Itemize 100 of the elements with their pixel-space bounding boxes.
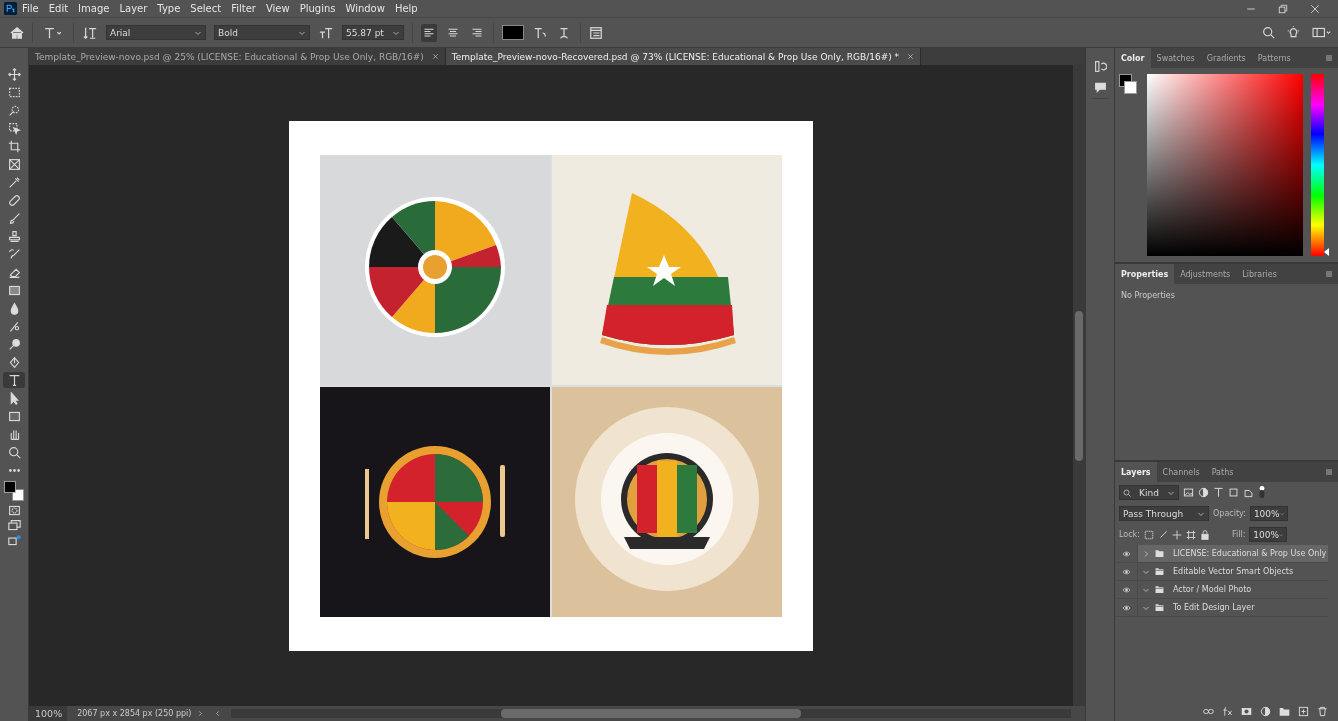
- menu-item[interactable]: Layer: [114, 3, 153, 14]
- menu-item[interactable]: Window: [340, 3, 390, 14]
- layer-row[interactable]: Editable Vector Smart Objects: [1137, 563, 1328, 580]
- eye-icon[interactable]: [1120, 603, 1132, 612]
- menu-item[interactable]: Help: [389, 3, 423, 14]
- app-logo-icon[interactable]: [4, 2, 17, 15]
- layer-row[interactable]: Actor / Model Photo: [1137, 581, 1328, 598]
- artboard-icon[interactable]: [1185, 529, 1196, 540]
- vertical-scrollbar[interactable]: [1073, 65, 1085, 706]
- menu-item[interactable]: Plugins: [294, 3, 341, 14]
- eye-icon[interactable]: [1120, 585, 1132, 594]
- mask-icon[interactable]: [1241, 706, 1252, 717]
- panel-tab[interactable]: Adjustments: [1174, 264, 1237, 284]
- type-filter-icon[interactable]: [1213, 487, 1224, 498]
- rectangle-icon[interactable]: [7, 409, 21, 423]
- frame-icon[interactable]: [7, 157, 21, 171]
- warp-text-icon[interactable]: [532, 25, 548, 40]
- panel-tab[interactable]: Color: [1115, 48, 1151, 68]
- filter-dropdown[interactable]: Kind: [1119, 485, 1179, 500]
- restore-icon[interactable]: [1278, 3, 1288, 14]
- dodge-icon[interactable]: [7, 337, 21, 351]
- crop-icon[interactable]: [7, 139, 21, 153]
- stamp-icon[interactable]: [7, 229, 21, 243]
- align-left-button[interactable]: [421, 23, 437, 42]
- quick-mask-icon[interactable]: [7, 504, 21, 517]
- lock-pixels-icon[interactable]: [1143, 529, 1154, 540]
- panel-tab[interactable]: Swatches: [1150, 48, 1201, 68]
- zoom-field[interactable]: 100%: [29, 706, 68, 721]
- color-swatches[interactable]: [1119, 74, 1139, 96]
- shape-filter-icon[interactable]: [1228, 487, 1239, 498]
- adjustment-filter-icon[interactable]: [1198, 487, 1209, 498]
- font-style-dropdown[interactable]: Bold: [214, 25, 310, 40]
- bandage-icon[interactable]: [7, 193, 21, 207]
- history-icon[interactable]: [1093, 60, 1107, 73]
- menu-item[interactable]: View: [260, 3, 295, 14]
- gradient-icon[interactable]: [7, 283, 21, 297]
- close-icon[interactable]: [907, 53, 915, 60]
- marquee-icon[interactable]: [7, 85, 21, 99]
- fill-field[interactable]: 100%: [1249, 527, 1288, 542]
- text-color-swatch[interactable]: [502, 25, 524, 40]
- panel-tab[interactable]: Gradients: [1200, 48, 1252, 68]
- panel-tab[interactable]: Libraries: [1236, 264, 1283, 284]
- menu-item[interactable]: Type: [152, 3, 186, 14]
- chevron-left-icon[interactable]: [214, 709, 222, 718]
- lightbulb-icon[interactable]: [1287, 26, 1300, 39]
- horizontal-scrollbar[interactable]: [231, 709, 1071, 718]
- menu-item[interactable]: File: [17, 3, 44, 14]
- panel-tab[interactable]: Paths: [1205, 462, 1240, 482]
- brush-icon[interactable]: [7, 211, 21, 225]
- smudge-icon[interactable]: [7, 319, 21, 333]
- fx-icon[interactable]: [1222, 706, 1233, 717]
- image-filter-icon[interactable]: [1183, 487, 1194, 498]
- search-icon[interactable]: [1262, 26, 1275, 39]
- close-icon[interactable]: [1310, 3, 1320, 14]
- filter-toggle-icon[interactable]: [1258, 486, 1266, 499]
- type-icon[interactable]: [7, 373, 21, 387]
- document-tab[interactable]: Template_Preview-novo-Recovered.psd @ 73% (LICENSE: Educational & Prop Use Only, RGB/16#) *: [445, 48, 922, 65]
- pen-icon[interactable]: [7, 355, 21, 369]
- move-icon[interactable]: [1171, 529, 1182, 540]
- blend-mode-dropdown[interactable]: Pass Through: [1119, 506, 1209, 521]
- screen-mode-icon[interactable]: [7, 519, 21, 532]
- text-orientation-icon[interactable]: [82, 25, 98, 40]
- menu-item[interactable]: Edit: [43, 3, 74, 14]
- font-family-dropdown[interactable]: Arial: [106, 25, 206, 40]
- layer-row[interactable]: To Edit Design Layer: [1137, 599, 1328, 616]
- smart-object-filter-icon[interactable]: [1243, 487, 1254, 498]
- color-field[interactable]: [1147, 74, 1303, 256]
- lock-icon[interactable]: [1199, 529, 1210, 540]
- panel-tab[interactable]: Channels: [1156, 462, 1206, 482]
- eye-icon[interactable]: [1120, 567, 1132, 576]
- history-brush-icon[interactable]: [7, 247, 21, 261]
- link-icon[interactable]: [1203, 706, 1214, 717]
- adjustment-layer-icon[interactable]: [1260, 706, 1271, 717]
- opacity-field[interactable]: 100%: [1249, 506, 1288, 521]
- workspace-icon[interactable]: [1312, 26, 1332, 39]
- chevron-right-icon[interactable]: [197, 709, 205, 718]
- menu-item[interactable]: Select: [185, 3, 227, 14]
- panels-icon[interactable]: [589, 25, 603, 40]
- menu-item[interactable]: Filter: [226, 3, 261, 14]
- new-layer-icon[interactable]: [1298, 706, 1309, 717]
- close-icon[interactable]: [431, 53, 439, 60]
- font-size-dropdown[interactable]: 55.87 pt: [342, 25, 404, 40]
- eyedropper-icon[interactable]: [7, 175, 21, 189]
- color-swatches-icon[interactable]: [3, 480, 25, 502]
- folder-icon[interactable]: [1279, 706, 1290, 717]
- quick-select-icon[interactable]: [7, 103, 21, 117]
- menu-item[interactable]: Image: [73, 3, 115, 14]
- eye-icon[interactable]: [1120, 549, 1132, 558]
- share-icon[interactable]: [7, 534, 21, 547]
- comment-icon[interactable]: [1093, 81, 1107, 94]
- move-icon[interactable]: [7, 67, 21, 81]
- hue-slider[interactable]: [1311, 74, 1330, 256]
- panel-tab[interactable]: Properties: [1115, 264, 1175, 284]
- panel-tab[interactable]: Layers: [1115, 462, 1157, 482]
- layer-row[interactable]: LICENSE: Educational & Prop Use Only: [1137, 545, 1328, 562]
- panel-tab[interactable]: Patterns: [1251, 48, 1297, 68]
- trash-icon[interactable]: [1317, 706, 1328, 717]
- zoom-icon[interactable]: [7, 445, 21, 459]
- slider-thumb[interactable]: [1324, 248, 1329, 256]
- object-select-icon[interactable]: [7, 121, 21, 135]
